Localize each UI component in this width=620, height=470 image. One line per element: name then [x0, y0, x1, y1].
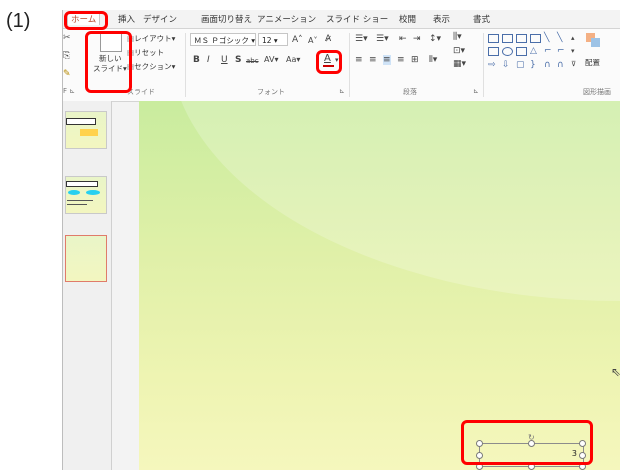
- slide-thumbnail-3-selected[interactable]: [65, 235, 107, 282]
- bold-button[interactable]: B: [193, 55, 200, 65]
- textbox-shape-icon[interactable]: [502, 34, 513, 43]
- thumbnail-oval-shape: [68, 190, 80, 195]
- ribbon-tab-bar: ホーム 挿入 デザイン 画面切り替え アニメーション スライド ショー 校閲 表…: [63, 10, 620, 28]
- slide-background-arc: [169, 101, 620, 301]
- rectangle-shape-icon[interactable]: [530, 34, 541, 43]
- callout-shape-icon[interactable]: ▢: [516, 60, 525, 70]
- line-shape-icon[interactable]: ╲: [557, 33, 562, 43]
- font-name-dropdown[interactable]: ＭＳ Ｐゴシック ▾: [190, 33, 256, 46]
- line-shape-icon[interactable]: ╲: [544, 33, 549, 43]
- arrow-shape-icon[interactable]: ⇩: [502, 60, 510, 70]
- copy-icon[interactable]: ⎘: [63, 51, 70, 61]
- strikethrough-button[interactable]: abc: [246, 56, 259, 66]
- shapes-scroll-down-icon[interactable]: ▾: [571, 46, 575, 56]
- tab-review[interactable]: 校閲: [399, 13, 416, 25]
- thumbnail-text-line: [67, 200, 93, 201]
- section-button[interactable]: ▤セクション▾: [127, 61, 175, 72]
- slide-thumbnail-2[interactable]: [65, 176, 107, 214]
- drawing-group-label: 図形描画: [583, 88, 611, 96]
- mouse-cursor-icon: ⇖: [611, 365, 620, 379]
- powerpoint-window: ホーム 挿入 デザイン 画面切り替え アニメーション スライド ショー 校閲 表…: [62, 10, 620, 470]
- change-case-button[interactable]: Aa▾: [286, 55, 300, 65]
- reset-button[interactable]: ▤リセット: [127, 47, 164, 58]
- shadow-button[interactable]: S: [235, 55, 241, 65]
- thumbnail-oval-shape: [86, 190, 100, 195]
- cut-icon[interactable]: ✂: [63, 33, 71, 43]
- slide-thumbnail-panel: [63, 101, 112, 470]
- distribute-icon[interactable]: ⊞: [411, 55, 419, 65]
- thumbnail-text-line: [67, 204, 87, 205]
- tab-animations[interactable]: アニメーション: [257, 13, 316, 25]
- text-direction-icon[interactable]: ⫼▾: [453, 32, 462, 42]
- align-right-icon[interactable]: ≡: [383, 55, 391, 65]
- elbow-connector-icon[interactable]: ⌐: [544, 46, 552, 56]
- bullets-icon[interactable]: ☰▾: [355, 34, 368, 44]
- tab-insert[interactable]: 挿入: [118, 13, 135, 25]
- format-painter-icon[interactable]: ✎: [63, 69, 71, 79]
- increase-indent-icon[interactable]: ⇥: [413, 34, 421, 44]
- font-group-label: フォント: [257, 88, 285, 96]
- brace-shape-icon[interactable]: }: [530, 60, 536, 70]
- shapes-more-icon[interactable]: ⊽: [571, 59, 576, 69]
- highlight-slide-number: [461, 420, 593, 465]
- tab-design[interactable]: デザイン: [143, 13, 177, 25]
- highlight-home-tab: [64, 11, 108, 30]
- decrease-indent-icon[interactable]: ⇤: [399, 34, 407, 44]
- group-separator: [349, 33, 350, 97]
- textbox-shape-icon[interactable]: [488, 34, 499, 43]
- triangle-shape-icon[interactable]: △: [530, 46, 537, 56]
- clipboard-group-label: F ⊾: [63, 87, 76, 95]
- rectangle-shape-icon[interactable]: [516, 34, 527, 43]
- rectangle-shape-icon[interactable]: [516, 47, 527, 56]
- font-size-dropdown[interactable]: 12 ▾: [258, 33, 288, 46]
- curve-shape-icon[interactable]: ∩: [544, 60, 551, 70]
- rectangle-shape-icon[interactable]: [488, 47, 499, 56]
- dialog-launcher-icon[interactable]: ⊾: [473, 87, 479, 95]
- justify-icon[interactable]: ≡: [397, 55, 405, 65]
- arrange-icon[interactable]: [586, 33, 602, 48]
- tab-transitions[interactable]: 画面切り替え: [201, 13, 252, 25]
- grow-font-icon[interactable]: A˄: [292, 35, 303, 45]
- tab-slideshow[interactable]: スライド ショー: [326, 13, 388, 25]
- step-label: (1): [6, 10, 31, 32]
- arrow-shape-icon[interactable]: ⇨: [488, 60, 496, 70]
- arrange-button[interactable]: 配置: [585, 57, 600, 68]
- highlight-font-color: [316, 50, 342, 74]
- slide-canvas[interactable]: [139, 101, 620, 470]
- align-left-icon[interactable]: ≡: [355, 55, 363, 65]
- paragraph-group-label: 段落: [403, 88, 417, 96]
- align-center-icon[interactable]: ≡: [369, 55, 377, 65]
- tab-format[interactable]: 書式: [473, 13, 490, 25]
- columns-icon[interactable]: ⫴▾: [429, 55, 437, 65]
- tab-view[interactable]: 表示: [433, 13, 450, 25]
- highlight-new-slide: [85, 31, 132, 93]
- elbow-connector-icon[interactable]: ⌐: [557, 46, 565, 56]
- line-spacing-icon[interactable]: ↕▾: [429, 34, 441, 44]
- numbering-icon[interactable]: ☰▾: [376, 34, 389, 44]
- shrink-font-icon[interactable]: A˅: [308, 36, 317, 46]
- layout-button[interactable]: ▤レイアウト▾: [127, 33, 175, 44]
- italic-button[interactable]: I: [207, 55, 210, 65]
- clear-format-icon[interactable]: A̷: [325, 34, 331, 44]
- underline-button[interactable]: U: [221, 55, 228, 65]
- group-separator: [483, 33, 484, 97]
- thumbnail-title-shape: [66, 118, 96, 125]
- curve-shape-icon[interactable]: ∩: [557, 60, 564, 70]
- smartart-icon[interactable]: ▦▾: [453, 59, 466, 69]
- slide-thumbnail-1[interactable]: [65, 111, 107, 149]
- thumbnail-banner-shape: [80, 129, 98, 136]
- shapes-scroll-up-icon[interactable]: ▴: [571, 33, 575, 43]
- align-text-icon[interactable]: ⊡▾: [453, 46, 465, 56]
- oval-shape-icon[interactable]: [502, 47, 513, 56]
- dialog-launcher-icon[interactable]: ⊾: [339, 87, 345, 95]
- character-spacing-button[interactable]: AV▾: [264, 55, 278, 65]
- thumbnail-title-shape: [66, 181, 98, 187]
- group-separator: [185, 33, 186, 97]
